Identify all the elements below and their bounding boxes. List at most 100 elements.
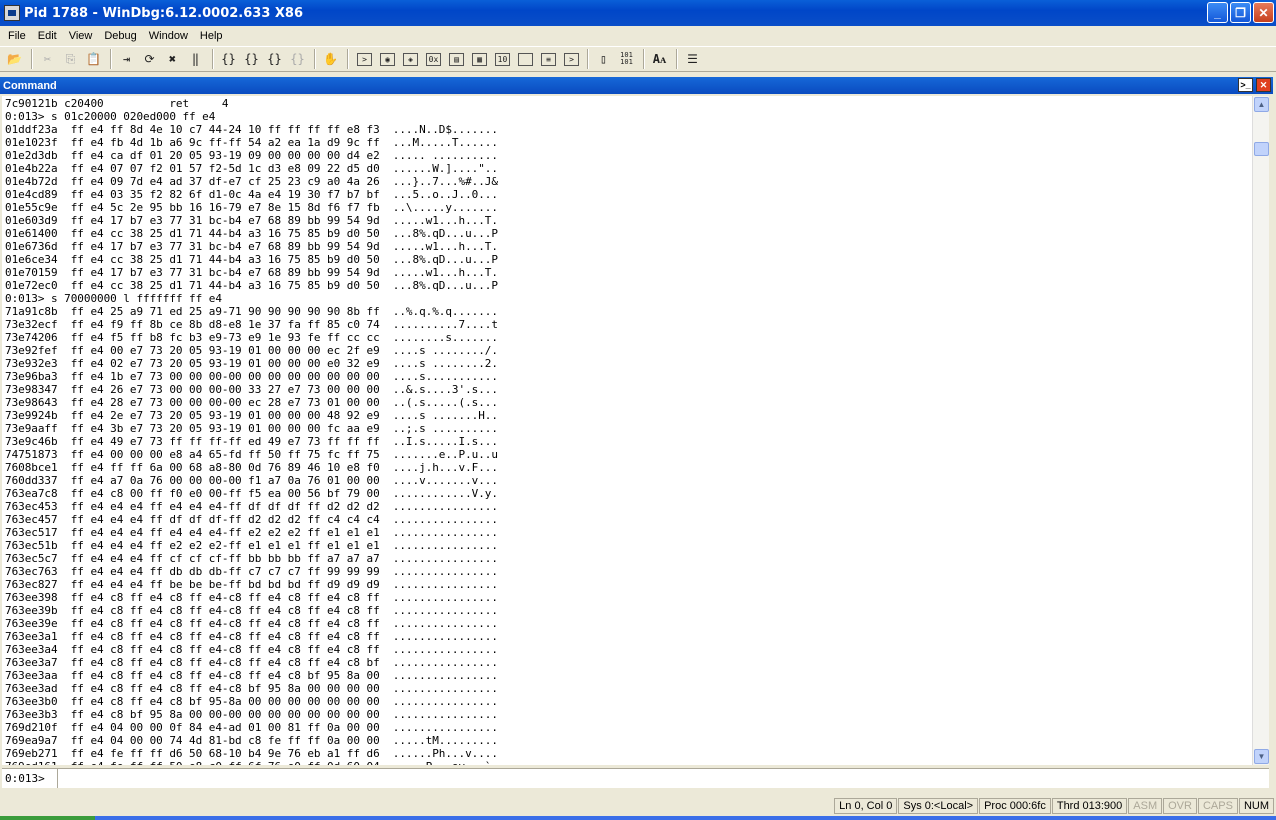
output-line: 01e61400 ff e4 cc 38 25 d1 71 44-b4 a3 1… — [5, 227, 498, 240]
output-line: 763ee3aa ff e4 c8 ff e4 c8 ff e4-c8 ff e… — [5, 669, 498, 682]
output-window-icon[interactable]: > — [564, 52, 579, 66]
break-icon[interactable]: ‖ — [185, 49, 206, 69]
output-line: 0:013> s 01c20000 020ed000 ff e4 — [5, 110, 216, 123]
status-ln-col: Ln 0, Col 0 — [834, 798, 898, 814]
output-line: 01e6ce34 ff e4 cc 38 25 d1 71 44-b4 a3 1… — [5, 253, 498, 266]
output-line: 769ea9a7 ff e4 04 00 00 74 4d 81-bd c8 f… — [5, 734, 498, 747]
restart-icon[interactable]: ⟳ — [139, 49, 160, 69]
minimize-button[interactable]: _ — [1207, 2, 1228, 23]
window-title: Pid 1788 - WinDbg:6.12.0002.633 X86 — [24, 5, 304, 21]
toolbar-separator — [31, 49, 33, 69]
call-stack-window-icon[interactable]: ▦ — [472, 52, 487, 66]
step-over-icon[interactable]: {} — [241, 49, 262, 69]
toolbar: 📂 ✂ ⎘ 📋 ⇥ ⟳ ✖ ‖ {} {} {} {} ✋ > ◉ ◈ 0x ▤… — [0, 46, 1276, 72]
window-controls: _ ❐ ✕ — [1207, 2, 1274, 23]
dock-menu-icon[interactable]: >_ — [1238, 78, 1253, 92]
menu-help[interactable]: Help — [194, 30, 229, 42]
output-line: 0:013> s 70000000 l fffffff ff e4 — [5, 292, 222, 305]
step-out-icon[interactable]: {} — [264, 49, 285, 69]
toolbar-separator — [347, 49, 349, 69]
processes-threads-icon[interactable]: ≡ — [541, 52, 556, 66]
output-line: 769ed161 ff e4 fe ff ff 50 e8 c0-ff 6f 7… — [5, 760, 1252, 765]
registers-window-icon[interactable]: 0x — [426, 52, 441, 66]
output-line: 7608bce1 ff e4 ff ff 6a 00 68 a8-80 0d 7… — [5, 461, 498, 474]
restore-button[interactable]: ❐ — [1230, 2, 1251, 23]
status-caps: CAPS — [1197, 798, 1238, 814]
paste-icon[interactable]: 📋 — [83, 49, 104, 69]
windbg-app-icon[interactable] — [4, 5, 20, 21]
menu-view[interactable]: View — [63, 30, 99, 42]
output-line: 73e9c46b ff e4 49 e7 73 ff ff ff-ff ed 4… — [5, 435, 498, 448]
copy-icon[interactable]: ⎘ — [60, 49, 81, 69]
output-line: 71a91c8b ff e4 25 a9 71 ed 25 a9-71 90 9… — [5, 305, 498, 318]
menu-file[interactable]: File — [2, 30, 32, 42]
output-line: 763ee3ad ff e4 c8 ff e4 c8 ff e4-c8 bf 9… — [5, 682, 498, 695]
scroll-up-arrow-icon[interactable]: ▲ — [1254, 97, 1269, 112]
output-line: 01e6736d ff e4 17 b7 e3 77 31 bc-b4 e7 6… — [5, 240, 498, 253]
toolbar-separator — [212, 49, 214, 69]
toolbar-separator — [110, 49, 112, 69]
output-line: 01e4b72d ff e4 09 7d e4 ad 37 df-e7 cf 2… — [5, 175, 498, 188]
command-window-header: Command >_ ✕ — [0, 77, 1273, 94]
output-line: 763ee39b ff e4 c8 ff e4 c8 ff e4-c8 ff e… — [5, 604, 498, 617]
source-mode-icon[interactable]: ▯ — [593, 49, 614, 69]
cut-icon[interactable]: ✂ — [37, 49, 58, 69]
options-icon[interactable]: ☰ — [682, 49, 703, 69]
status-ovr: OVR — [1163, 798, 1197, 814]
font-icon[interactable]: Aᴀ — [649, 49, 670, 69]
menu-debug[interactable]: Debug — [98, 30, 142, 42]
output-line: 763ec517 ff e4 e4 e4 ff e4 e4 e4-ff e2 e… — [5, 526, 498, 539]
scratch-pad-icon[interactable] — [518, 52, 533, 66]
scroll-thumb[interactable] — [1254, 142, 1269, 156]
title-bar: Pid 1788 - WinDbg:6.12.0002.633 X86 _ ❐ … — [0, 0, 1276, 26]
disassembly-window-icon[interactable]: 10 — [495, 52, 510, 66]
output-line: 01ddf23a ff e4 ff 8d 4e 10 c7 44-24 10 f… — [5, 123, 498, 136]
output-line: 763ea7c8 ff e4 c8 00 ff f0 e0 00-ff f5 e… — [5, 487, 498, 500]
scroll-down-arrow-icon[interactable]: ▼ — [1254, 749, 1269, 764]
output-line: 763ec827 ff e4 e4 e4 ff be be be-ff bd b… — [5, 578, 498, 591]
command-input-bar: 0:013> — [2, 768, 1269, 788]
step-into-icon[interactable]: {} — [218, 49, 239, 69]
menu-edit[interactable]: Edit — [32, 30, 63, 42]
status-asm: ASM — [1128, 798, 1163, 814]
output-line: 769eb271 ff e4 fe ff ff d6 50 68-10 b4 9… — [5, 747, 498, 760]
output-line: 73e98347 ff e4 26 e7 73 00 00 00-00 33 2… — [5, 383, 498, 396]
output-line: 01e55c9e ff e4 5c 2e 95 bb 16 16-79 e7 8… — [5, 201, 498, 214]
output-line: 01e603d9 ff e4 17 b7 e3 77 31 bc-b4 e7 6… — [5, 214, 498, 227]
toolbar-separator — [587, 49, 589, 69]
output-line: 769d210f ff e4 04 00 00 0f 84 e4-ad 01 0… — [5, 721, 498, 734]
command-window-icon[interactable]: > — [357, 52, 372, 66]
close-button[interactable]: ✕ — [1253, 2, 1274, 23]
start-button-edge — [0, 816, 95, 820]
go-icon[interactable]: ⇥ — [116, 49, 137, 69]
output-line: 760dd337 ff e4 a7 0a 76 00 00 00-00 f1 a… — [5, 474, 498, 487]
output-line: 763ee3b0 ff e4 c8 ff e4 c8 bf 95-8a 00 0… — [5, 695, 498, 708]
vertical-scrollbar[interactable]: ▲ ▼ — [1252, 96, 1269, 765]
locals-window-icon[interactable]: ◈ — [403, 52, 418, 66]
toolbar-separator — [314, 49, 316, 69]
command-input[interactable] — [58, 769, 1269, 788]
open-folder-icon[interactable]: 📂 — [4, 49, 25, 69]
output-line: 763ec453 ff e4 e4 e4 ff e4 e4 e4-ff df d… — [5, 500, 498, 513]
memory-window-icon[interactable]: ▤ — [449, 52, 464, 66]
output-line: 763ee3b3 ff e4 c8 bf 95 8a 00 00-00 00 0… — [5, 708, 498, 721]
output-line: 73e9924b ff e4 2e e7 73 20 05 93-19 01 0… — [5, 409, 498, 422]
status-num: NUM — [1238, 798, 1274, 814]
output-line: 763ec51b ff e4 e4 e4 ff e2 e2 e2-ff e1 e… — [5, 539, 498, 552]
command-output-text: 7c90121b c20400 ret 4 0:013> s 01c20000 0… — [2, 96, 1252, 765]
menu-window[interactable]: Window — [143, 30, 194, 42]
run-to-cursor-icon[interactable]: {} — [287, 49, 308, 69]
stop-debugging-icon[interactable]: ✖ — [162, 49, 183, 69]
close-command-window-icon[interactable]: ✕ — [1256, 78, 1271, 92]
output-line: 73e74206 ff e4 f5 ff b8 fc b3 e9-73 e9 1… — [5, 331, 498, 344]
insert-breakpoint-icon[interactable]: ✋ — [320, 49, 341, 69]
output-line: 73e932e3 ff e4 02 e7 73 20 05 93-19 01 0… — [5, 357, 498, 370]
output-line: 74751873 ff e4 00 00 00 e8 a4 65-fd ff 5… — [5, 448, 498, 461]
command-output-area[interactable]: 7c90121b c20400 ret 4 0:013> s 01c20000 0… — [2, 96, 1252, 765]
output-line: 763ee398 ff e4 c8 ff e4 c8 ff e4-c8 ff e… — [5, 591, 498, 604]
watch-window-icon[interactable]: ◉ — [380, 52, 395, 66]
status-thrd: Thrd 013:900 — [1051, 798, 1128, 814]
output-line: 763ec5c7 ff e4 e4 e4 ff cf cf cf-ff bb b… — [5, 552, 498, 565]
output-line: 01e2d3db ff e4 ca df 01 20 05 93-19 09 0… — [5, 149, 498, 162]
hex-mode-icon[interactable]: 101 101 — [616, 49, 637, 69]
